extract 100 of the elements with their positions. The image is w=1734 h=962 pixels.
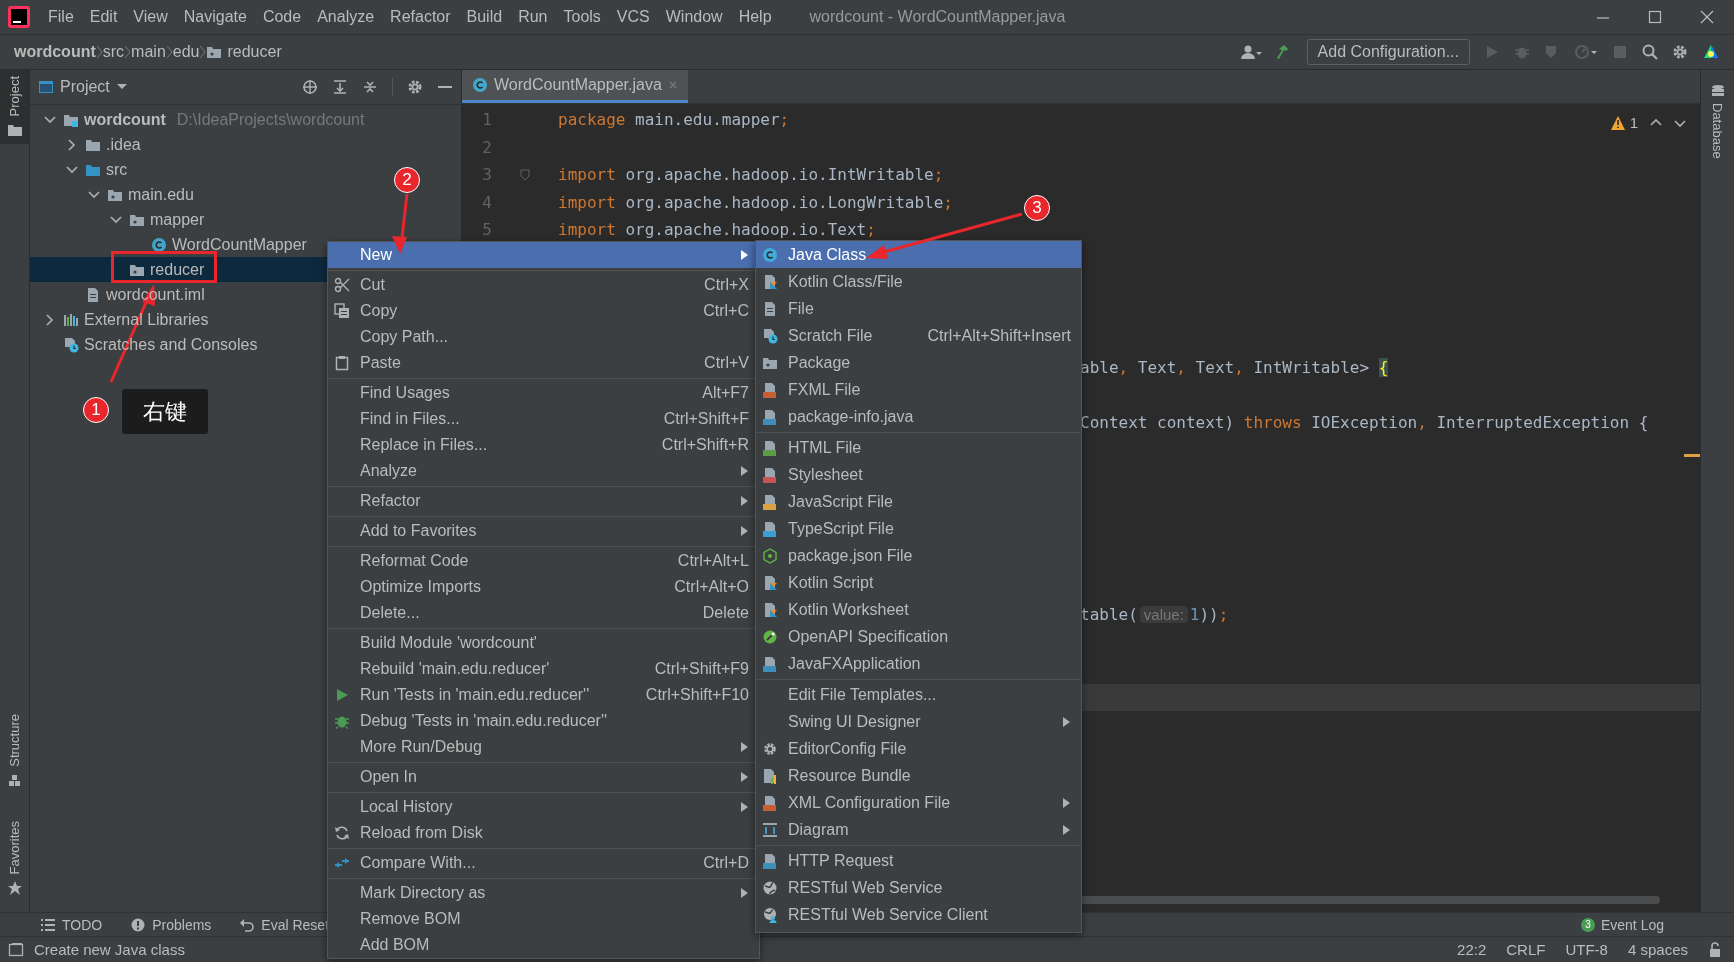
menu-item[interactable]: HTTP Request xyxy=(756,847,1081,874)
menu-item[interactable]: EditorConfig File xyxy=(756,735,1081,762)
menu-item[interactable]: More Run/Debug xyxy=(328,734,759,760)
editor-tab[interactable]: WordCountMapper.java xyxy=(462,70,688,103)
cursor-position[interactable]: 22:2 xyxy=(1457,941,1487,958)
panel-title[interactable]: Project xyxy=(38,78,128,96)
tree-item[interactable]: .idea xyxy=(30,132,149,157)
settings-icon[interactable] xyxy=(1672,44,1688,60)
menu-item[interactable]: Add to Favorites xyxy=(328,518,759,544)
collapse-all-icon[interactable] xyxy=(362,79,378,95)
breadcrumb[interactable]: edu xyxy=(172,43,200,61)
tool-window-tab[interactable]: Database xyxy=(1710,78,1725,165)
menu-item[interactable]: Compare With... Ctrl+D xyxy=(328,850,759,876)
menu-item[interactable]: Paste Ctrl+V xyxy=(328,350,759,376)
tree-item[interactable]: mapper xyxy=(30,207,213,232)
menu-item[interactable]: Stylesheet xyxy=(756,461,1081,488)
menu-bar-item[interactable]: VCS xyxy=(608,8,658,26)
breadcrumb[interactable]: src xyxy=(102,43,125,61)
menu-item[interactable]: package.json File xyxy=(756,542,1081,569)
menu-item[interactable]: Kotlin Worksheet xyxy=(756,596,1081,623)
menu-item[interactable]: package-info.java xyxy=(756,403,1081,430)
menu-item[interactable]: Reformat Code Ctrl+Alt+L xyxy=(328,548,759,574)
tool-window-tab[interactable]: Favorites xyxy=(0,814,29,902)
menu-bar-item[interactable]: Analyze xyxy=(309,8,383,26)
menu-item[interactable]: Find in Files... Ctrl+Shift+F xyxy=(328,406,759,432)
menu-item[interactable]: Diagram xyxy=(756,816,1081,843)
menu-item[interactable]: Edit File Templates... xyxy=(756,681,1081,708)
lock-icon[interactable] xyxy=(1708,941,1722,958)
menu-item[interactable]: FXML File xyxy=(756,376,1081,403)
menu-bar-item[interactable]: Refactor xyxy=(382,8,459,26)
tool-window-tab[interactable]: Structure xyxy=(0,707,29,795)
gauge-icon[interactable] xyxy=(1574,44,1598,60)
tool-window-button[interactable]: TODO xyxy=(40,916,103,933)
menu-item[interactable]: Add BOM xyxy=(328,932,759,958)
menu-item[interactable]: Debug 'Tests in 'main.edu.reducer'' xyxy=(328,708,759,734)
menu-item[interactable]: Java Class xyxy=(756,241,1081,268)
maximize-icon[interactable] xyxy=(1648,10,1662,24)
menu-item[interactable]: XML Configuration File xyxy=(756,789,1081,816)
menu-item[interactable]: RESTful Web Service xyxy=(756,874,1081,901)
menu-item[interactable]: Delete... Delete xyxy=(328,600,759,626)
close-icon[interactable] xyxy=(1700,10,1714,24)
layout-icon[interactable] xyxy=(8,941,24,958)
menu-item[interactable]: Build Module 'wordcount' xyxy=(328,630,759,656)
menu-item[interactable]: Copy Ctrl+C xyxy=(328,298,759,324)
tree-item[interactable]: main.edu xyxy=(30,182,202,207)
menu-item[interactable]: Open In xyxy=(328,764,759,790)
menu-item[interactable]: JavaFXApplication xyxy=(756,650,1081,677)
menu-item[interactable]: RESTful Web Service Client xyxy=(756,901,1081,928)
menu-item[interactable]: HTML File xyxy=(756,434,1081,461)
menu-item[interactable]: Rebuild 'main.edu.reducer' Ctrl+Shift+F9 xyxy=(328,656,759,682)
menu-item[interactable]: Package xyxy=(756,349,1081,376)
search-icon[interactable] xyxy=(1642,44,1658,60)
menu-item[interactable]: File xyxy=(756,295,1081,322)
breadcrumb[interactable]: reducer xyxy=(206,43,282,61)
menu-item[interactable]: TypeScript File xyxy=(756,515,1081,542)
warning-count[interactable]: 1 xyxy=(1609,114,1638,131)
tool-window-button[interactable]: Problems xyxy=(130,916,212,933)
file-encoding[interactable]: UTF-8 xyxy=(1565,941,1608,958)
event-log-button[interactable]: 3 Event Log xyxy=(1580,916,1664,933)
menu-item[interactable]: Kotlin Script xyxy=(756,569,1081,596)
menu-item[interactable]: Kotlin Class/File xyxy=(756,268,1081,295)
breadcrumb[interactable]: main xyxy=(131,43,166,61)
menu-item[interactable]: JavaScript File xyxy=(756,488,1081,515)
menu-bar-item[interactable]: Window xyxy=(657,8,731,26)
menu-bar-item[interactable]: Help xyxy=(730,8,780,26)
line-separator[interactable]: CRLF xyxy=(1506,941,1546,958)
menu-bar-item[interactable]: Navigate xyxy=(175,8,255,26)
menu-bar-item[interactable]: Build xyxy=(458,8,511,26)
menu-item[interactable]: Replace in Files... Ctrl+Shift+R xyxy=(328,432,759,458)
menu-bar-item[interactable]: View xyxy=(125,8,176,26)
menu-item[interactable]: Refactor xyxy=(328,488,759,514)
menu-item[interactable]: Resource Bundle xyxy=(756,762,1081,789)
menu-item[interactable]: Run 'Tests in 'main.edu.reducer'' Ctrl+Shift+F10 xyxy=(328,682,759,708)
menu-bar-item[interactable]: Run xyxy=(510,8,556,26)
menu-bar-item[interactable]: Code xyxy=(254,8,310,26)
target-icon[interactable] xyxy=(302,79,318,95)
tree-item[interactable]: wordcount D:\IdeaProjects\wordcount xyxy=(30,107,373,132)
tree-item[interactable]: WordCountMapper xyxy=(30,232,315,257)
indent-setting[interactable]: 4 spaces xyxy=(1627,941,1688,958)
menu-bar-item[interactable]: File xyxy=(40,8,82,26)
settings-icon[interactable] xyxy=(407,79,423,95)
menu-item[interactable]: OpenAPI Specification xyxy=(756,623,1081,650)
menu-item[interactable]: Reload from Disk xyxy=(328,820,759,846)
menu-item[interactable]: Scratch File Ctrl+Alt+Shift+Insert xyxy=(756,322,1081,349)
run-configuration-button[interactable]: Add Configuration... xyxy=(1306,39,1470,65)
menu-bar-item[interactable]: Tools xyxy=(555,8,609,26)
menu-item[interactable]: Optimize Imports Ctrl+Alt+O xyxy=(328,574,759,600)
plugin-logo-icon[interactable] xyxy=(1702,44,1720,60)
menu-item[interactable]: Swing UI Designer xyxy=(756,708,1081,735)
app-logo-icon[interactable] xyxy=(8,6,30,28)
menu-item[interactable]: Copy Path... xyxy=(328,324,759,350)
menu-item[interactable]: Mark Directory as xyxy=(328,880,759,906)
breadcrumb[interactable]: wordcount xyxy=(14,43,96,61)
tree-item[interactable]: src xyxy=(30,157,136,182)
menu-item[interactable]: Analyze xyxy=(328,458,759,484)
expand-all-icon[interactable] xyxy=(332,79,348,95)
menu-bar-item[interactable]: Edit xyxy=(81,8,126,26)
menu-item[interactable]: Local History xyxy=(328,794,759,820)
user-icon[interactable] xyxy=(1240,44,1263,60)
tool-window-tab[interactable]: Project xyxy=(0,70,29,145)
